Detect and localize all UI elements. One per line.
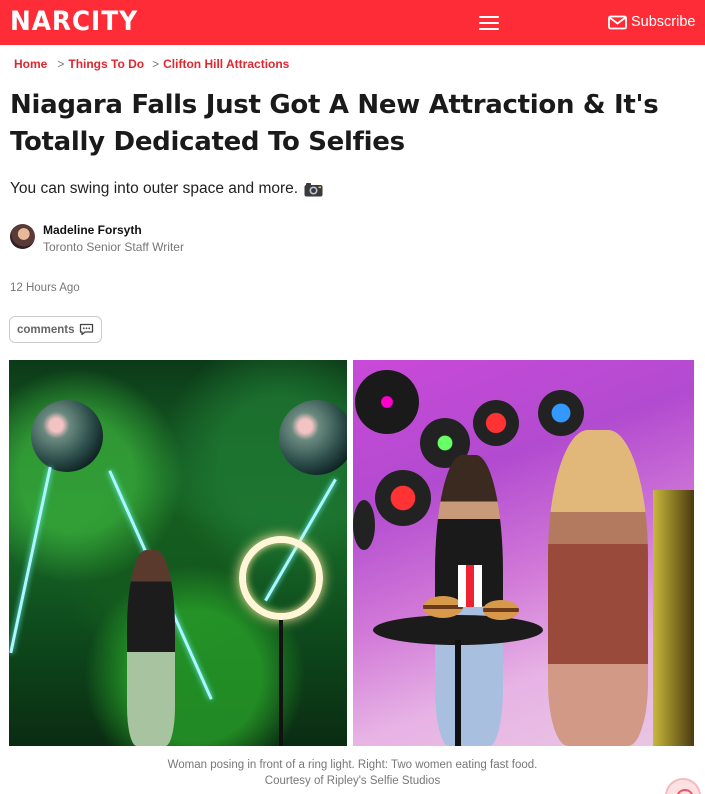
author-role: Toronto Senior Staff Writer: [43, 240, 184, 254]
jukebox: [653, 490, 694, 746]
article-headline: Niagara Falls Just Got A New Attraction …: [10, 90, 659, 157]
hamburger-menu-icon[interactable]: [479, 15, 499, 31]
vinyl-record: [375, 470, 431, 526]
neon-light-left: [9, 466, 52, 654]
article-subhead: You can swing into outer space and more.: [10, 180, 323, 198]
caption-credit: Courtesy of Ripley's Selfie Studios: [264, 775, 441, 787]
breadcrumb-separator: >: [152, 57, 160, 71]
comments-button[interactable]: comments: [9, 316, 102, 343]
breadcrumb-clifton-hill[interactable]: Clifton Hill Attractions: [163, 57, 289, 71]
author-name[interactable]: Madeline Forsyth: [43, 223, 142, 237]
photo-ring-light: [9, 360, 347, 746]
disco-ball-right: [279, 400, 347, 475]
disco-ball-left: [31, 400, 103, 472]
subscribe-button[interactable]: Subscribe: [608, 12, 695, 32]
site-header: NARCITY Subscribe: [0, 0, 705, 45]
burger: [483, 600, 519, 620]
breadcrumb: Home > Things To Do > Clifton Hill Attra…: [14, 57, 289, 71]
photo-fast-food: [353, 360, 694, 746]
site-logo[interactable]: NARCITY: [10, 6, 138, 37]
mail-icon: [608, 15, 627, 29]
camera-icon: [304, 182, 323, 197]
caption-text: Woman posing in front of a ring light. R…: [167, 759, 538, 771]
vinyl-record: [355, 370, 419, 434]
author-avatar[interactable]: [10, 224, 35, 249]
woman-right: [548, 430, 648, 746]
ring-light: [239, 536, 323, 620]
vinyl-record: [473, 400, 519, 446]
speech-bubble-icon: [79, 323, 93, 336]
comments-label: comments: [17, 323, 75, 336]
table-leg: [455, 640, 461, 746]
breadcrumb-home[interactable]: Home: [14, 57, 47, 71]
image-caption: Woman posing in front of a ring light. R…: [0, 757, 705, 789]
breadcrumb-things-to-do[interactable]: Things To Do: [68, 57, 144, 71]
vinyl-record: [353, 500, 375, 550]
subhead-text: You can swing into outer space and more.: [10, 180, 299, 197]
ring-light-stand: [279, 620, 283, 746]
vinyl-record: [538, 390, 584, 436]
burger: [423, 596, 463, 618]
woman-posing: [127, 550, 175, 746]
publish-timestamp: 12 Hours Ago: [10, 282, 80, 294]
popcorn-box: [458, 565, 482, 607]
breadcrumb-separator: >: [57, 57, 65, 71]
subscribe-label: Subscribe: [631, 14, 696, 30]
